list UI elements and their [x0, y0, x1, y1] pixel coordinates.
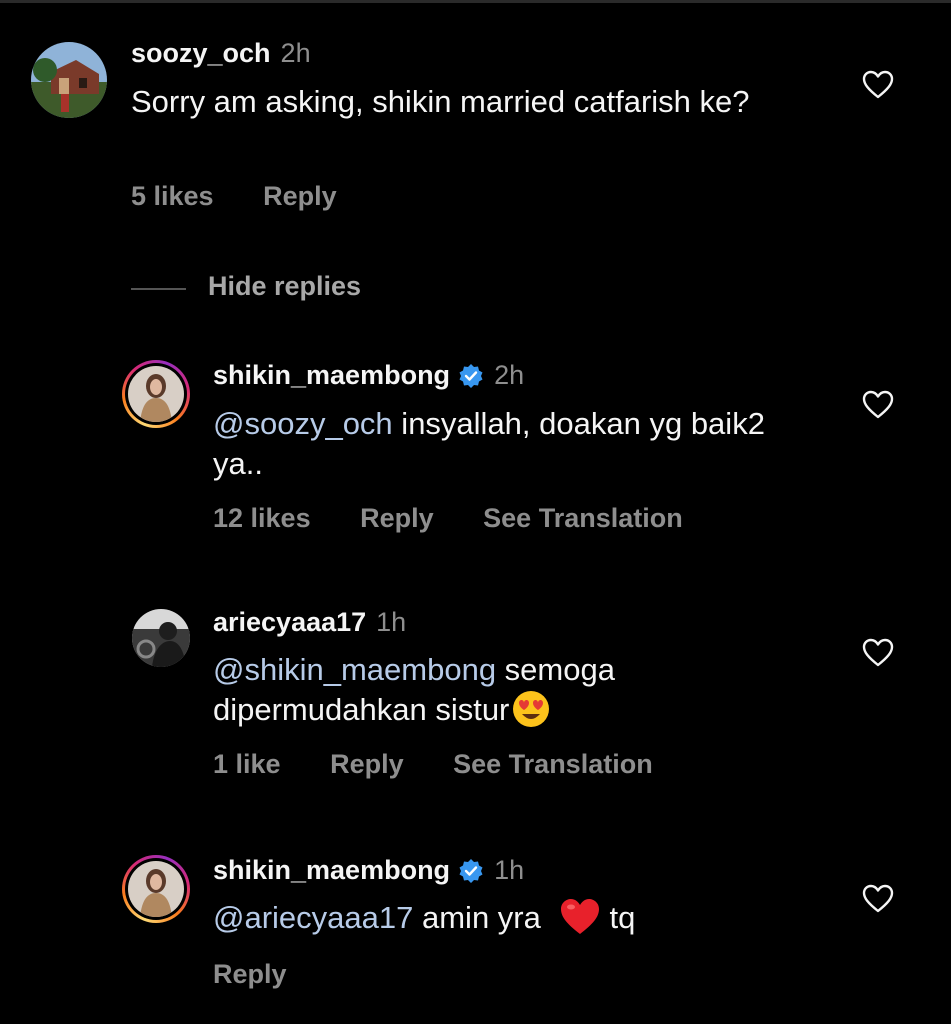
avatar-story-ring[interactable] — [122, 855, 190, 923]
heart-outline-icon[interactable] — [862, 638, 894, 668]
comment-actions: Reply — [213, 959, 329, 990]
verified-badge-icon — [459, 363, 483, 388]
avatar-soozy-och[interactable] — [31, 42, 107, 118]
avatar-shikin-maembong — [128, 366, 184, 422]
hide-replies-button[interactable]: Hide replies — [208, 271, 361, 302]
reply-button[interactable]: Reply — [330, 749, 404, 779]
see-translation-button[interactable]: See Translation — [453, 749, 653, 779]
comment-text: Sorry am asking, shikin married catfaris… — [131, 84, 750, 119]
verified-badge-icon — [459, 858, 483, 883]
avatar-shikin-maembong — [128, 861, 184, 917]
heart-eyes-emoji — [513, 690, 550, 727]
comment-actions: 5 likes Reply — [131, 181, 379, 212]
username[interactable]: ariecyaaa17 — [213, 607, 366, 638]
comment-header: ariecyaaa17 1h — [213, 607, 406, 638]
mention-link[interactable]: @soozy_och — [213, 406, 393, 441]
comment-header: soozy_och 2h — [131, 38, 311, 69]
heart-outline-icon[interactable] — [862, 390, 894, 420]
mention-link[interactable]: @ariecyaaa17 — [213, 900, 413, 935]
red-heart-emoji — [561, 898, 600, 934]
likes-count[interactable]: 1 like — [213, 749, 281, 779]
see-translation-button[interactable]: See Translation — [483, 503, 683, 533]
username[interactable]: soozy_och — [131, 38, 271, 69]
comment-header: shikin_maembong 1h — [213, 855, 524, 886]
likes-count[interactable]: 12 likes — [213, 503, 311, 533]
avatar-ariecyaaa17[interactable] — [132, 609, 190, 667]
username[interactable]: shikin_maembong — [213, 855, 450, 886]
comment-text: @ariecyaaa17 amin yra tq — [213, 898, 773, 938]
timestamp: 2h — [494, 360, 525, 390]
comment-actions: 12 likes Reply See Translation — [213, 503, 725, 534]
mention-link[interactable]: @shikin_maembong — [213, 652, 496, 687]
comment-header: shikin_maembong 2h — [213, 360, 524, 391]
comment-actions: 1 like Reply See Translation — [213, 749, 695, 780]
timestamp: 1h — [376, 607, 407, 637]
timestamp: 2h — [280, 38, 311, 68]
heart-outline-icon[interactable] — [862, 884, 894, 914]
timestamp: 1h — [494, 855, 525, 885]
top-divider — [0, 0, 951, 3]
comment-text: @shikin_maembong semoga dipermudahkan si… — [213, 652, 615, 727]
reply-button[interactable]: Reply — [360, 503, 434, 533]
avatar-story-ring[interactable] — [122, 360, 190, 428]
reply-button[interactable]: Reply — [263, 181, 337, 211]
username[interactable]: shikin_maembong — [213, 360, 450, 391]
likes-count[interactable]: 5 likes — [131, 181, 214, 211]
reply-button[interactable]: Reply — [213, 959, 287, 989]
hide-replies-divider — [131, 288, 186, 290]
comment-text: @soozy_och insyallah, doakan yg baik2 ya… — [213, 406, 765, 481]
heart-outline-icon[interactable] — [862, 70, 894, 100]
